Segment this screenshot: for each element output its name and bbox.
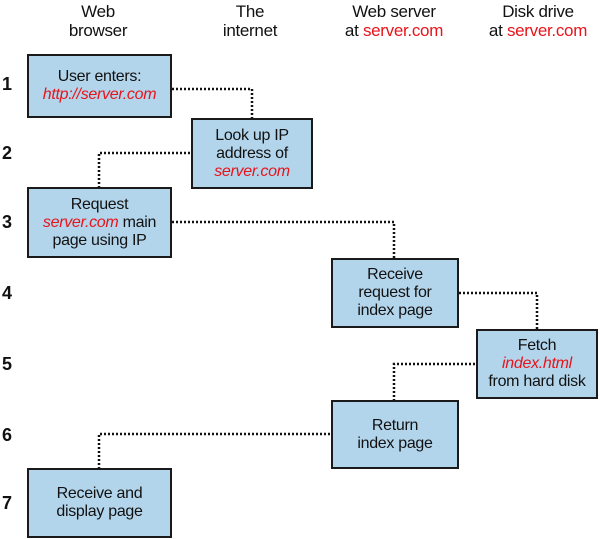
connector-1-2 <box>172 87 254 118</box>
box-text: Receive and <box>56 485 143 502</box>
step-box-fetch-file: Fetch index.html from hard disk <box>476 329 598 399</box>
box-text: page using IP <box>52 231 147 249</box>
box-text-domain: server.com <box>42 213 119 231</box>
connector-5-6 <box>392 362 475 400</box>
step-box-user-enters-url: User enters: http://server.com <box>27 54 172 118</box>
box-text: display page <box>56 503 143 520</box>
box-text: request for <box>358 284 432 301</box>
box-text: Receive <box>367 266 423 283</box>
box-text-url: http://server.com <box>42 86 157 103</box>
connector-3-4 <box>172 220 396 258</box>
connector-6-7 <box>97 432 330 468</box>
box-text: address of <box>216 144 288 162</box>
connector-2-3 <box>97 151 190 187</box>
box-text-line: server.com main <box>43 214 156 232</box>
step-box-receive-request: Receive request for index page <box>331 258 459 328</box>
box-text-domain: server.com <box>214 162 290 180</box>
step-box-lookup-ip: Look up IP address of server.com <box>191 118 313 189</box>
box-text: Look up IP <box>215 126 289 144</box>
box-text: main <box>118 213 157 231</box>
step-box-request-page: Request server.com main page using IP <box>27 187 172 258</box>
step-box-return-page: Return index page <box>331 400 459 469</box>
box-text: index page <box>357 434 433 452</box>
box-text: User enters: <box>57 68 142 85</box>
box-text: index page <box>357 302 433 319</box>
box-text: from hard disk <box>488 373 586 390</box>
box-text: Fetch <box>517 337 557 354</box>
step-box-display-page: Receive and display page <box>27 468 172 538</box>
box-text: Request <box>70 195 129 213</box>
box-text: Return <box>371 416 419 434</box>
connector-4-5 <box>459 291 539 329</box>
box-text-filename: index.html <box>502 355 572 372</box>
